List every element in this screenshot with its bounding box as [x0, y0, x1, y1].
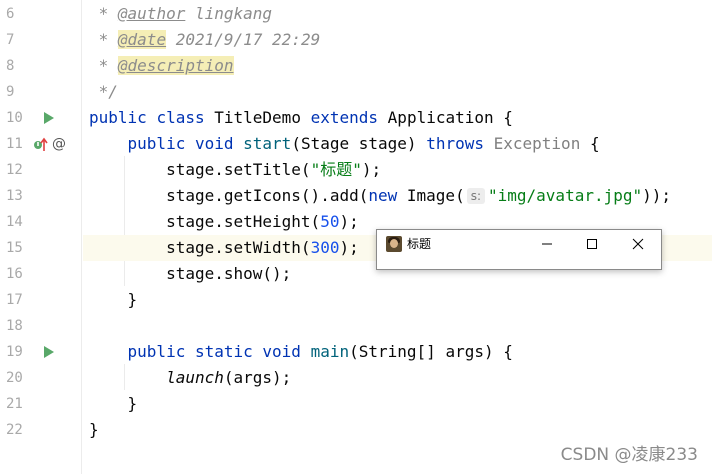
javadoc-tag: @author	[117, 4, 186, 23]
code-line-10[interactable]: 10 public class TitleDemo extends Applic…	[0, 105, 712, 131]
parameter-hint: s:	[466, 188, 485, 204]
code-line-6[interactable]: 6 * @author lingkang	[0, 1, 712, 27]
code-line-18[interactable]: 18	[0, 313, 712, 339]
line-number: 6	[6, 6, 15, 22]
code-text: public void start(Stage stage) throws Ex…	[127, 134, 600, 153]
line-number: 13	[6, 188, 23, 204]
code-text: stage.setTitle("标题");	[166, 160, 382, 179]
code-text: stage.show();	[166, 264, 292, 283]
code-text: stage.getIcons().add(new Image(s: "img/av…	[166, 186, 672, 205]
line-number: 19	[6, 344, 23, 360]
close-button[interactable]	[621, 232, 655, 256]
code-line-19[interactable]: 19 public static void main(String[] args…	[0, 339, 712, 365]
code-line-9[interactable]: 9 */	[0, 79, 712, 105]
line-number: 9	[6, 84, 15, 100]
maximize-button[interactable]	[575, 232, 609, 256]
maximize-icon	[587, 239, 597, 249]
javadoc-tag: @description	[117, 56, 234, 75]
run-triangle-icon[interactable]	[43, 112, 55, 124]
line-number: 7	[6, 32, 15, 48]
line-number: 14	[6, 214, 23, 230]
code-text: }	[127, 394, 138, 413]
code-line-8[interactable]: 8 * @description	[0, 53, 712, 79]
line-number: 18	[6, 318, 23, 334]
code-line-12[interactable]: 12 stage.setTitle("标题");	[0, 157, 712, 183]
line-number: 12	[6, 162, 23, 178]
code-line-11[interactable]: 11 @ public void start(Stage stage) thro…	[0, 131, 712, 157]
code-line-22[interactable]: 22 }	[0, 417, 712, 443]
code-text: }	[127, 290, 138, 309]
watermark: CSDN @凌康233	[560, 445, 698, 465]
javadoc-tag: @date	[117, 30, 167, 49]
minimize-icon	[542, 243, 552, 245]
code-text: public class TitleDemo extends Applicati…	[89, 108, 513, 127]
code-text: */	[89, 82, 118, 101]
avatar-icon	[386, 236, 402, 252]
line-number: 8	[6, 58, 15, 74]
code-text: }	[89, 420, 99, 439]
code-line-7[interactable]: 7 * @date 2021/9/17 22:29	[0, 27, 712, 53]
minimize-button[interactable]	[530, 232, 564, 256]
line-number: 17	[6, 292, 23, 308]
line-number: 22	[6, 422, 23, 438]
code-line-17[interactable]: 17 }	[0, 287, 712, 313]
line-number: 10	[6, 110, 23, 126]
line-number: 16	[6, 266, 23, 282]
code-line-13[interactable]: 13 stage.getIcons().add(new Image(s: "img…	[0, 183, 712, 209]
code-line-21[interactable]: 21 }	[0, 391, 712, 417]
code-text: stage.setWidth(300);	[166, 238, 359, 257]
code-text: stage.setHeight(50);	[166, 212, 359, 231]
code-text: * @date 2021/9/17 22:29	[89, 30, 321, 49]
app-window[interactable]: 标题	[376, 229, 662, 270]
code-text: public static void main(String[] args) {	[127, 342, 513, 361]
line-number: 20	[6, 370, 23, 386]
code-text: * @description	[89, 56, 234, 75]
run-triangle-icon[interactable]	[43, 346, 55, 358]
line-number: 21	[6, 396, 23, 412]
window-title: 标题	[407, 237, 432, 251]
code-line-20[interactable]: 20 launch(args);	[0, 365, 712, 391]
line-number: 11	[6, 136, 23, 152]
override-arrow-icon	[34, 137, 48, 151]
line-number: 15	[6, 240, 23, 256]
at-sign-icon[interactable]: @	[52, 131, 66, 157]
code-text: launch(args);	[166, 368, 292, 387]
close-icon	[632, 238, 644, 250]
code-text: * @author lingkang	[89, 4, 273, 23]
